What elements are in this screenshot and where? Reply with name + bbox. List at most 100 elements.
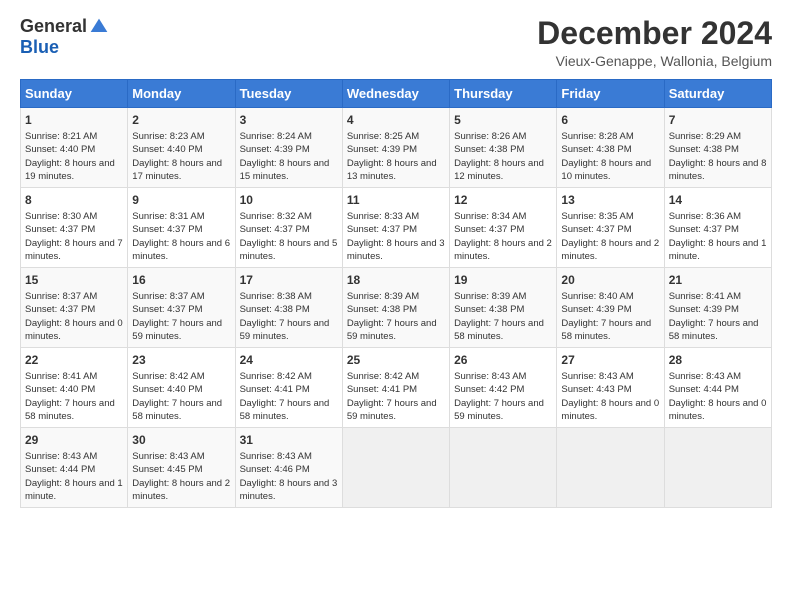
table-row: 15Sunrise: 8:37 AMSunset: 4:37 PMDayligh… xyxy=(21,268,128,348)
table-row: 27Sunrise: 8:43 AMSunset: 4:43 PMDayligh… xyxy=(557,348,664,428)
day-number: 30 xyxy=(132,432,230,449)
logo: General Blue xyxy=(20,16,109,58)
day-info: Sunrise: 8:31 AM xyxy=(132,210,230,223)
day-info: Sunrise: 8:36 AM xyxy=(669,210,767,223)
day-number: 12 xyxy=(454,192,552,209)
day-info: Sunset: 4:37 PM xyxy=(240,223,338,236)
table-row: 16Sunrise: 8:37 AMSunset: 4:37 PMDayligh… xyxy=(128,268,235,348)
day-number: 17 xyxy=(240,272,338,289)
day-info: Sunrise: 8:43 AM xyxy=(669,370,767,383)
day-info: Sunrise: 8:41 AM xyxy=(25,370,123,383)
table-row: 7Sunrise: 8:29 AMSunset: 4:38 PMDaylight… xyxy=(664,108,771,188)
day-info: Sunset: 4:39 PM xyxy=(240,143,338,156)
day-info: Daylight: 7 hours and 58 minutes. xyxy=(561,317,659,344)
table-row: 11Sunrise: 8:33 AMSunset: 4:37 PMDayligh… xyxy=(342,188,449,268)
day-info: Sunrise: 8:37 AM xyxy=(132,290,230,303)
day-info: Sunrise: 8:26 AM xyxy=(454,130,552,143)
day-number: 20 xyxy=(561,272,659,289)
day-number: 15 xyxy=(25,272,123,289)
calendar-table: SundayMondayTuesdayWednesdayThursdayFrid… xyxy=(20,79,772,508)
week-row: 29Sunrise: 8:43 AMSunset: 4:44 PMDayligh… xyxy=(21,428,772,508)
day-info: Daylight: 7 hours and 59 minutes. xyxy=(347,317,445,344)
table-row: 21Sunrise: 8:41 AMSunset: 4:39 PMDayligh… xyxy=(664,268,771,348)
logo-blue: Blue xyxy=(20,37,59,58)
day-info: Sunset: 4:37 PM xyxy=(561,223,659,236)
day-info: Sunrise: 8:38 AM xyxy=(240,290,338,303)
table-row: 20Sunrise: 8:40 AMSunset: 4:39 PMDayligh… xyxy=(557,268,664,348)
day-info: Sunrise: 8:33 AM xyxy=(347,210,445,223)
header-monday: Monday xyxy=(128,80,235,108)
day-info: Sunrise: 8:43 AM xyxy=(454,370,552,383)
table-row: 4Sunrise: 8:25 AMSunset: 4:39 PMDaylight… xyxy=(342,108,449,188)
day-number: 23 xyxy=(132,352,230,369)
page-header: General Blue December 2024 Vieux-Genappe… xyxy=(20,16,772,69)
day-info: Sunrise: 8:21 AM xyxy=(25,130,123,143)
day-info: Sunset: 4:38 PM xyxy=(347,303,445,316)
day-info: Daylight: 8 hours and 19 minutes. xyxy=(25,157,123,184)
day-number: 31 xyxy=(240,432,338,449)
day-info: Sunset: 4:46 PM xyxy=(240,463,338,476)
day-number: 1 xyxy=(25,112,123,129)
day-number: 19 xyxy=(454,272,552,289)
day-number: 22 xyxy=(25,352,123,369)
day-number: 6 xyxy=(561,112,659,129)
day-info: Sunrise: 8:24 AM xyxy=(240,130,338,143)
day-info: Sunrise: 8:34 AM xyxy=(454,210,552,223)
day-info: Sunset: 4:38 PM xyxy=(240,303,338,316)
table-row: 12Sunrise: 8:34 AMSunset: 4:37 PMDayligh… xyxy=(450,188,557,268)
header-saturday: Saturday xyxy=(664,80,771,108)
day-info: Sunset: 4:38 PM xyxy=(454,303,552,316)
table-row: 26Sunrise: 8:43 AMSunset: 4:42 PMDayligh… xyxy=(450,348,557,428)
day-info: Sunset: 4:42 PM xyxy=(454,383,552,396)
header-wednesday: Wednesday xyxy=(342,80,449,108)
logo-general: General xyxy=(20,16,87,37)
table-row: 25Sunrise: 8:42 AMSunset: 4:41 PMDayligh… xyxy=(342,348,449,428)
table-row xyxy=(450,428,557,508)
day-info: Sunrise: 8:43 AM xyxy=(240,450,338,463)
day-info: Sunset: 4:38 PM xyxy=(454,143,552,156)
table-row: 23Sunrise: 8:42 AMSunset: 4:40 PMDayligh… xyxy=(128,348,235,428)
header-thursday: Thursday xyxy=(450,80,557,108)
day-info: Daylight: 8 hours and 12 minutes. xyxy=(454,157,552,184)
logo-icon xyxy=(89,17,109,37)
table-row: 30Sunrise: 8:43 AMSunset: 4:45 PMDayligh… xyxy=(128,428,235,508)
day-info: Sunset: 4:38 PM xyxy=(561,143,659,156)
month-title: December 2024 xyxy=(537,16,772,51)
day-number: 27 xyxy=(561,352,659,369)
header-tuesday: Tuesday xyxy=(235,80,342,108)
day-info: Sunrise: 8:32 AM xyxy=(240,210,338,223)
day-info: Sunset: 4:44 PM xyxy=(25,463,123,476)
header-sunday: Sunday xyxy=(21,80,128,108)
day-info: Sunset: 4:41 PM xyxy=(347,383,445,396)
day-number: 13 xyxy=(561,192,659,209)
table-row xyxy=(342,428,449,508)
day-info: Daylight: 8 hours and 2 minutes. xyxy=(132,477,230,504)
day-info: Daylight: 7 hours and 58 minutes. xyxy=(240,397,338,424)
day-number: 28 xyxy=(669,352,767,369)
header-friday: Friday xyxy=(557,80,664,108)
table-row: 31Sunrise: 8:43 AMSunset: 4:46 PMDayligh… xyxy=(235,428,342,508)
day-info: Sunset: 4:40 PM xyxy=(132,143,230,156)
day-info: Daylight: 8 hours and 1 minute. xyxy=(669,237,767,264)
day-info: Daylight: 8 hours and 0 minutes. xyxy=(25,317,123,344)
day-info: Sunrise: 8:23 AM xyxy=(132,130,230,143)
table-row: 13Sunrise: 8:35 AMSunset: 4:37 PMDayligh… xyxy=(557,188,664,268)
day-number: 9 xyxy=(132,192,230,209)
table-row: 28Sunrise: 8:43 AMSunset: 4:44 PMDayligh… xyxy=(664,348,771,428)
table-row: 2Sunrise: 8:23 AMSunset: 4:40 PMDaylight… xyxy=(128,108,235,188)
day-info: Daylight: 8 hours and 3 minutes. xyxy=(240,477,338,504)
day-info: Daylight: 8 hours and 17 minutes. xyxy=(132,157,230,184)
table-row: 17Sunrise: 8:38 AMSunset: 4:38 PMDayligh… xyxy=(235,268,342,348)
week-row: 15Sunrise: 8:37 AMSunset: 4:37 PMDayligh… xyxy=(21,268,772,348)
day-info: Sunset: 4:45 PM xyxy=(132,463,230,476)
day-info: Sunset: 4:37 PM xyxy=(454,223,552,236)
table-row: 8Sunrise: 8:30 AMSunset: 4:37 PMDaylight… xyxy=(21,188,128,268)
day-number: 24 xyxy=(240,352,338,369)
day-info: Daylight: 8 hours and 7 minutes. xyxy=(25,237,123,264)
day-info: Daylight: 8 hours and 0 minutes. xyxy=(561,397,659,424)
day-info: Sunrise: 8:35 AM xyxy=(561,210,659,223)
day-info: Sunrise: 8:28 AM xyxy=(561,130,659,143)
day-info: Sunset: 4:37 PM xyxy=(132,223,230,236)
day-info: Daylight: 8 hours and 0 minutes. xyxy=(669,397,767,424)
day-info: Daylight: 7 hours and 58 minutes. xyxy=(454,317,552,344)
